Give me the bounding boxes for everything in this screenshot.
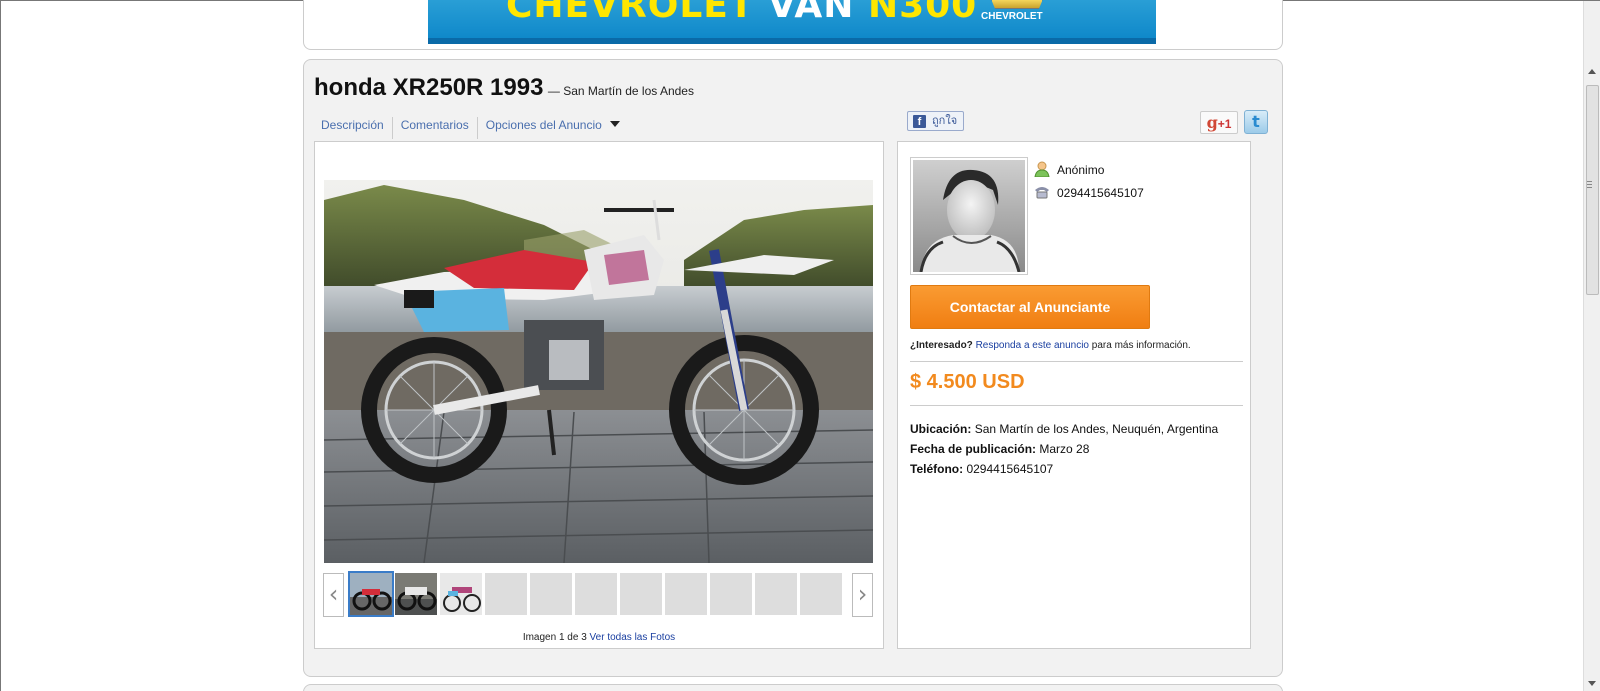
tab-opciones-label: Opciones del Anuncio: [485, 118, 602, 132]
google-plus-button[interactable]: g+1: [1200, 111, 1238, 134]
scroll-down-arrow-icon[interactable]: [1588, 681, 1596, 686]
next-section-container: [303, 684, 1283, 691]
banner-brand-label: CHEVROLET: [981, 11, 1043, 22]
phone-detail: Teléfono: 0294415645107: [910, 462, 1053, 476]
main-listing-photo[interactable]: [324, 180, 873, 563]
banner-container: CHEVROLET VAN N300 CHEVROLET: [303, 0, 1283, 50]
date-detail: Fecha de publicación: Marzo 28: [910, 442, 1089, 456]
seller-panel: Anónimo 0294415645107 Contactar al Anunc…: [897, 141, 1251, 649]
facebook-like-label: ถูกใจ: [932, 115, 958, 127]
scroll-up-arrow-icon[interactable]: [1588, 69, 1596, 74]
thumbnail-3[interactable]: [440, 573, 482, 615]
thumbnail-strip: ‹ ›: [323, 571, 873, 617]
scroll-grip-icon: [1587, 181, 1592, 190]
listing-title: honda XR250R 1993: [314, 74, 544, 101]
thumbnail-empty: [485, 573, 527, 615]
avatar: [910, 157, 1028, 275]
twitter-share-button[interactable]: t: [1244, 110, 1268, 134]
scroll-thumb[interactable]: [1586, 85, 1599, 295]
listing-tabs: Descripción Comentarios Opciones del Anu…: [313, 117, 628, 139]
date-label: Fecha de publicación:: [910, 442, 1037, 456]
page-scrollbar[interactable]: [1583, 1, 1600, 691]
thumbnail-2[interactable]: [395, 573, 437, 615]
thumbnail-empty: [800, 573, 842, 615]
chevrolet-logo-icon: [991, 0, 1043, 9]
seller-name-row: Anónimo: [1034, 161, 1105, 178]
anonymous-user-avatar-icon: [913, 160, 1025, 272]
image-counter: Imagen 1 de 3 Ver todas las Fotos: [315, 632, 883, 643]
contact-seller-button[interactable]: Contactar al Anunciante: [910, 285, 1150, 329]
facebook-like-button[interactable]: f ถูกใจ: [907, 111, 964, 131]
interest-label: ¿Interesado?: [910, 340, 973, 351]
image-counter-text: Imagen 1 de 3: [522, 632, 587, 643]
thumbnail-1[interactable]: [348, 571, 394, 617]
divider: [910, 405, 1243, 406]
thumbnail-empty: [665, 573, 707, 615]
chevron-right-icon: ›: [857, 580, 868, 608]
listing-header: honda XR250R 1993 — San Martín de los An…: [314, 74, 694, 102]
thumbnail-empty: [755, 573, 797, 615]
location-label: Ubicación:: [910, 422, 972, 436]
location-value: San Martín de los Andes, Neuquén, Argent…: [974, 422, 1219, 436]
view-all-photos-link[interactable]: Ver todas las Fotos: [590, 632, 676, 643]
seller-phone-row: 0294415645107: [1034, 184, 1144, 200]
date-value: Marzo 28: [1039, 442, 1090, 456]
seller-name: Anónimo: [1057, 163, 1105, 177]
thumb-prev-button[interactable]: ‹: [323, 573, 344, 617]
thumbnail-empty: [620, 573, 662, 615]
dropdown-arrow-icon: [609, 121, 620, 127]
seller-phone: 0294415645107: [1057, 186, 1144, 200]
tab-opciones[interactable]: Opciones del Anuncio: [478, 117, 628, 139]
user-icon: [1034, 161, 1050, 178]
thumbnail-2-image: [395, 573, 437, 615]
thumbnail-empty: [575, 573, 617, 615]
thumbnail-1-image: [350, 573, 392, 615]
tab-comentarios[interactable]: Comentarios: [393, 117, 478, 139]
phone-value: 0294415645107: [966, 462, 1054, 476]
location-detail: Ubicación: San Martín de los Andes, Neuq…: [910, 422, 1218, 436]
reply-ad-link[interactable]: Responda a este anuncio: [976, 340, 1089, 351]
google-plus-icon: g: [1206, 113, 1218, 132]
banner-stripe: [428, 38, 1156, 44]
listing-container: honda XR250R 1993 — San Martín de los An…: [303, 59, 1283, 677]
interest-tail: para más información.: [1091, 340, 1191, 351]
twitter-icon: t: [1252, 112, 1260, 131]
banner-headline: CHEVROLET VAN N300: [506, 0, 978, 26]
ad-banner[interactable]: CHEVROLET VAN N300 CHEVROLET: [428, 0, 1156, 44]
price: $ 4.500 USD: [910, 371, 1025, 393]
motorcycle-photo-image: [324, 180, 873, 563]
facebook-icon: f: [913, 115, 926, 128]
phone-icon: [1034, 184, 1050, 200]
google-plus-label: +1: [1217, 117, 1232, 131]
thumbnail-empty: [530, 573, 572, 615]
tab-descripcion[interactable]: Descripción: [313, 117, 393, 139]
phone-label: Teléfono:: [910, 462, 964, 476]
interest-line: ¿Interesado? Responda a este anuncio par…: [910, 340, 1191, 351]
divider: [910, 361, 1243, 362]
thumbnail-empty: [710, 573, 752, 615]
thumbnail-3-image: [440, 573, 482, 615]
thumb-next-button[interactable]: ›: [852, 573, 873, 617]
avatar-silhouette-icon: [919, 169, 1021, 272]
chevron-left-icon: ‹: [328, 580, 339, 608]
listing-location: — San Martín de los Andes: [547, 84, 694, 98]
photo-gallery: ‹ › Imagen 1 de 3 Ver todas las Fotos: [314, 141, 884, 649]
thumbnail-list: [348, 571, 842, 617]
